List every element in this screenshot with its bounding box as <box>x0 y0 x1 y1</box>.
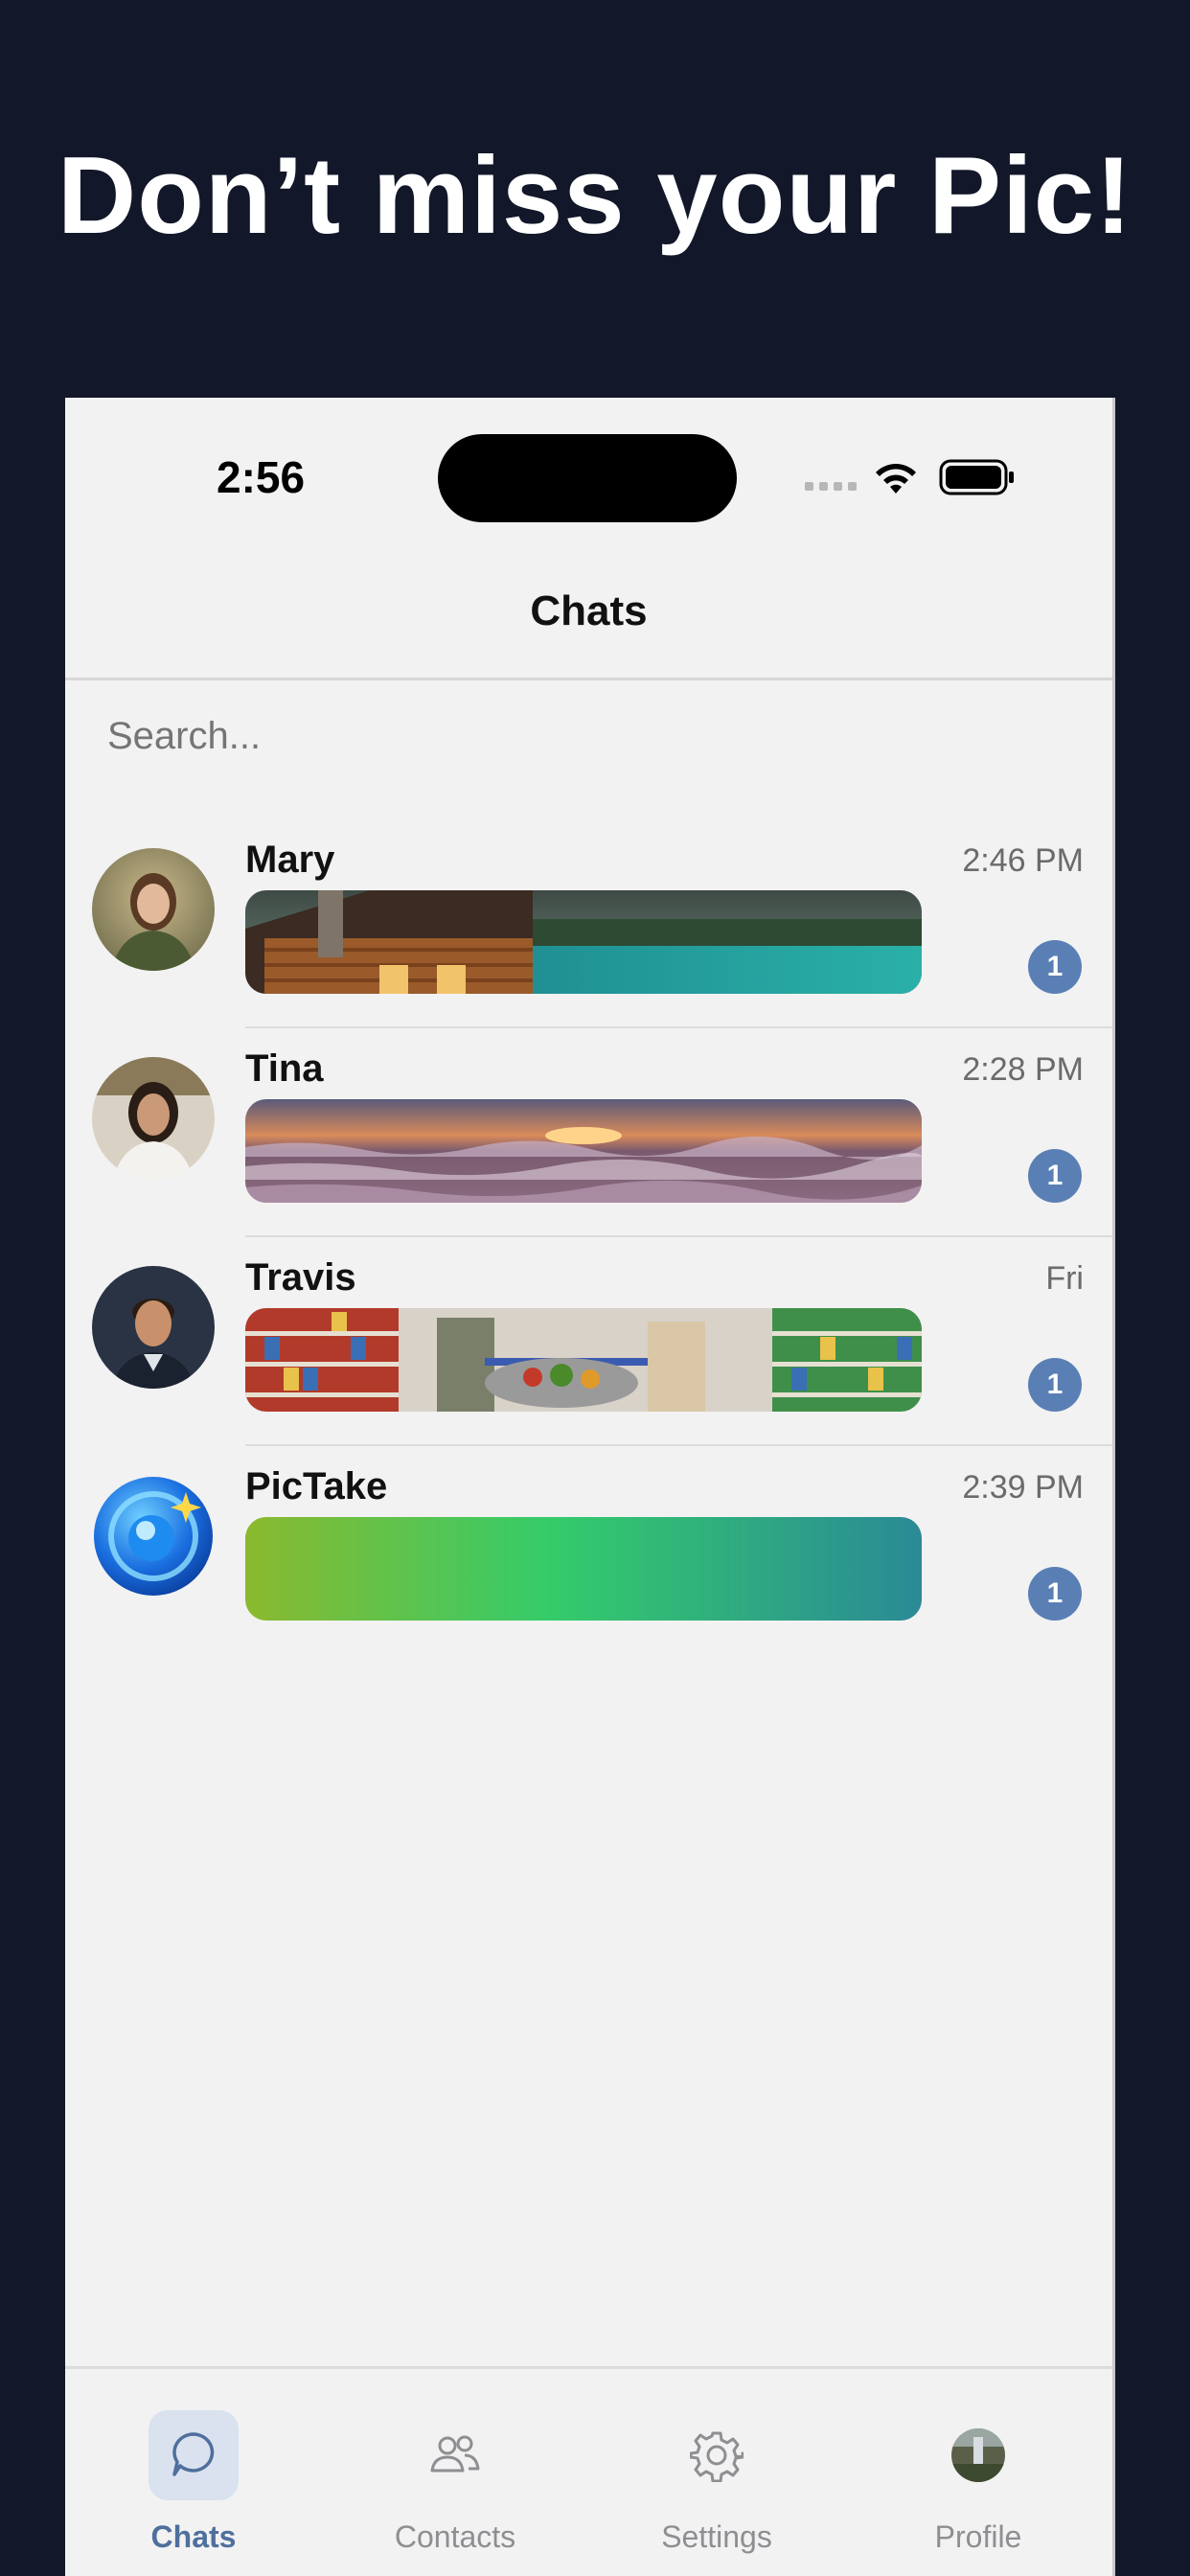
status-time: 2:56 <box>217 452 306 502</box>
photo-preview[interactable] <box>245 1099 922 1203</box>
unread-badge: 1 <box>1028 1358 1082 1412</box>
chat-time: 2:46 PM <box>962 842 1084 879</box>
tab-chats[interactable]: Chats <box>98 2410 289 2555</box>
tab-label: Contacts <box>394 2519 516 2554</box>
chat-row-mary[interactable]: Mary 2:46 PM 1 <box>65 819 1112 1028</box>
chat-row-pictake[interactable]: PicTake 2:39 PM 1 <box>65 1446 1112 1655</box>
unread-badge: 1 <box>1028 940 1082 994</box>
tab-profile[interactable]: Profile <box>882 2410 1074 2555</box>
cellular-signal-icon <box>805 482 857 491</box>
avatar <box>92 848 215 971</box>
tab-label: Chats <box>150 2519 237 2554</box>
unread-badge: 1 <box>1028 1567 1082 1621</box>
pictake-logo-icon <box>92 1475 215 1598</box>
unread-badge: 1 <box>1028 1149 1082 1203</box>
photo-preview[interactable] <box>245 1308 922 1412</box>
page-title: Chats <box>530 587 648 634</box>
header-divider <box>65 678 1112 680</box>
gradient-preview[interactable] <box>245 1517 922 1621</box>
search-input[interactable] <box>105 714 1067 759</box>
chat-name: Travis <box>245 1256 356 1299</box>
battery-icon <box>939 459 1014 495</box>
avatar <box>933 2410 1023 2500</box>
wifi-icon <box>876 464 916 494</box>
gear-icon <box>672 2410 762 2500</box>
chat-name: Mary <box>245 839 335 881</box>
tab-settings[interactable]: Settings <box>621 2410 812 2555</box>
tab-contacts[interactable]: Contacts <box>359 2410 551 2555</box>
dynamic-island <box>438 434 737 522</box>
chat-time: Fri <box>1045 1260 1084 1297</box>
photo-preview[interactable] <box>245 890 922 994</box>
avatar <box>92 1057 215 1180</box>
promo-headline: Don’t miss your Pic! <box>57 135 1133 257</box>
chat-name: PicTake <box>245 1465 388 1507</box>
tabbar-divider <box>65 2366 1112 2369</box>
avatar <box>92 1266 215 1389</box>
chat-row-travis[interactable]: Travis Fri 1 <box>65 1237 1112 1446</box>
people-icon <box>410 2410 500 2500</box>
phone-screen: 2:56 Chats Mary 2:46 PM <box>65 398 1115 2576</box>
chat-time: 2:28 PM <box>962 1051 1084 1088</box>
chat-name: Tina <box>245 1047 324 1090</box>
chat-row-tina[interactable]: Tina 2:28 PM 1 <box>65 1028 1112 1237</box>
tab-label: Profile <box>934 2519 1022 2554</box>
chat-bubble-icon <box>149 2410 239 2500</box>
tab-label: Settings <box>661 2519 772 2554</box>
chat-time: 2:39 PM <box>962 1469 1084 1506</box>
